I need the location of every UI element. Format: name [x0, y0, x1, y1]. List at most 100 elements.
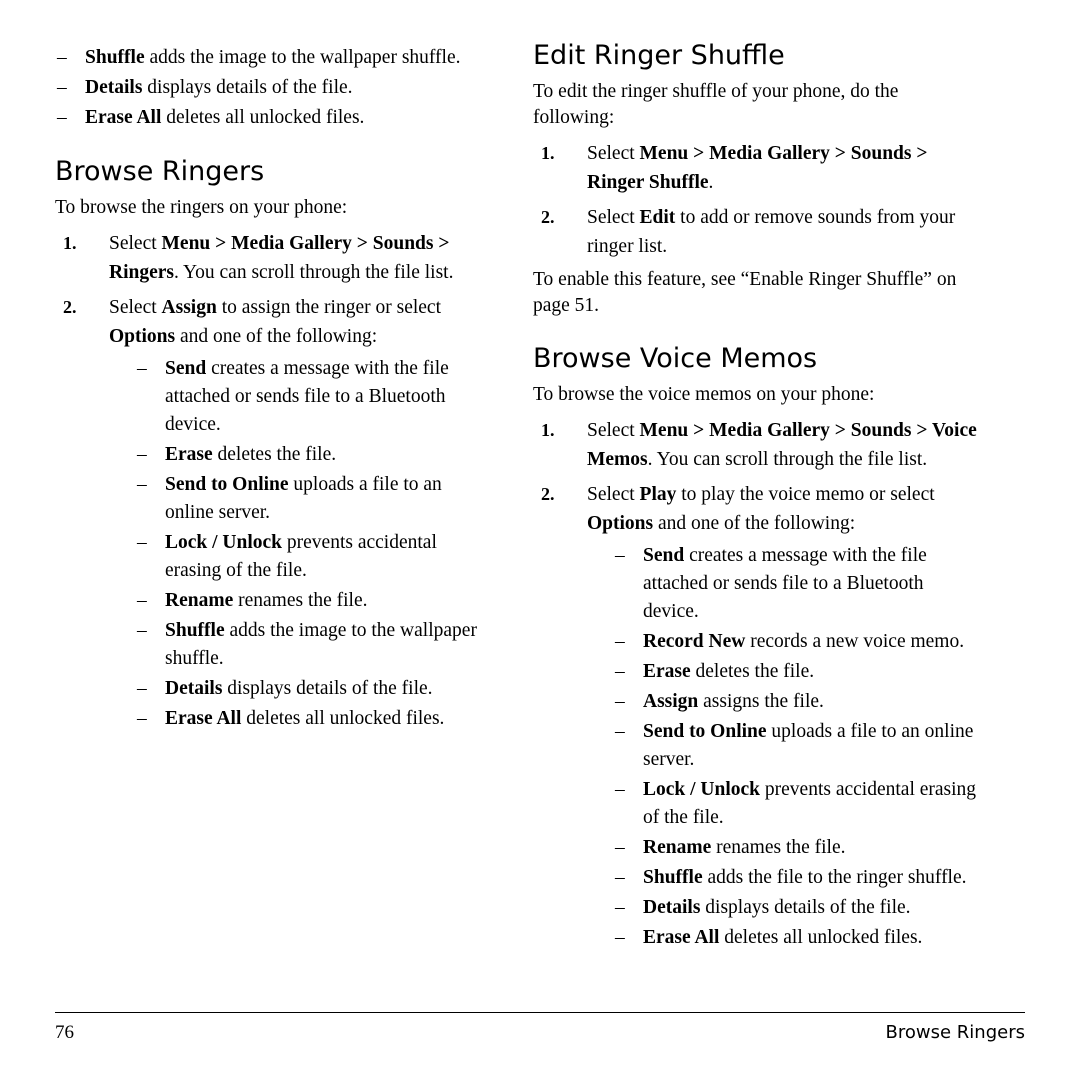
option-term: Shuffle [643, 867, 703, 888]
section-heading-browse-ringers: Browse Ringers [55, 156, 265, 187]
step-number: 1. [541, 143, 555, 163]
option-text: assigns the file. [698, 691, 824, 712]
footer-divider [55, 1012, 1025, 1013]
step-2: 2. Select Edit to add or remove sounds fr… [533, 203, 983, 261]
option-term: Send to Online [165, 474, 289, 495]
option-term: Erase All [643, 927, 720, 948]
option-text: records a new voice memo. [745, 631, 965, 652]
step-2: 2. Select Assign to assign the ringer or … [55, 293, 495, 733]
step-text-pre: Select [587, 484, 640, 505]
step-text-post: and one of the following: [653, 513, 856, 534]
list-item: – Rename renames the file. [613, 834, 983, 862]
option-term: Erase [165, 444, 213, 465]
section-heading-browse-voice-memos: Browse Voice Memos [533, 343, 818, 374]
option-term: Details [643, 897, 701, 918]
step-number: 1. [541, 420, 555, 440]
option-text: adds the image to the wallpaper shuffle. [144, 47, 461, 68]
option-text: deletes all unlocked files. [719, 927, 923, 948]
section-heading-edit-ringer-shuffle: Edit Ringer Shuffle [533, 40, 785, 71]
list-item: – Erase deletes the file. [613, 658, 983, 686]
option-text: creates a message with the file attached… [643, 545, 927, 622]
option-term: Rename [643, 837, 712, 858]
dash-bullet-icon: – [57, 47, 67, 68]
list-item: – Lock / Unlock prevents accidental erasi… [613, 776, 983, 832]
dash-bullet-icon: – [137, 678, 147, 699]
dash-bullet-icon: – [615, 721, 625, 742]
dash-bullet-icon: – [615, 897, 625, 918]
right-column: Edit Ringer Shuffle To edit the ringer s… [533, 40, 983, 958]
step-text-post: . [708, 172, 714, 193]
dash-bullet-icon: – [57, 77, 67, 98]
dash-bullet-icon: – [57, 107, 67, 128]
option-text: deletes all unlocked files. [161, 107, 365, 128]
step-1: 1. Select Menu > Media Gallery > Sounds >… [533, 416, 983, 474]
option-term: Rename [165, 590, 234, 611]
option-term: Erase [643, 661, 691, 682]
list-item: – Send to Online uploads a file to an onl… [135, 471, 495, 527]
step-bold-play: Play [639, 484, 677, 505]
option-text: deletes the file. [212, 444, 337, 465]
dash-bullet-icon: – [137, 358, 147, 379]
step-text-post: . You can scroll through the file list. [174, 262, 454, 283]
option-term: Send to Online [643, 721, 767, 742]
section-intro: To edit the ringer shuffle of your phone… [533, 81, 899, 128]
continued-options-list: – Shuffle adds the image to the wallpaper… [55, 44, 495, 132]
option-text: renames the file. [711, 837, 846, 858]
section-outro: To enable this feature, see “Enable Ring… [533, 269, 957, 316]
list-item: – Shuffle adds the file to the ringer shu… [613, 864, 983, 892]
step-text-post: and one of the following: [175, 326, 378, 347]
dash-bullet-icon: – [615, 545, 625, 566]
dash-bullet-icon: – [137, 474, 147, 495]
list-item: – Shuffle adds the image to the wallpaper… [135, 617, 495, 673]
ringer-options-list: – Send creates a message with the file at… [135, 355, 495, 733]
option-text: adds the file to the ringer shuffle. [702, 867, 967, 888]
list-item: – Details displays details of the file. [135, 675, 495, 703]
option-term: Send [165, 358, 207, 379]
list-item: – Send creates a message with the file at… [135, 355, 495, 439]
option-text: displays details of the file. [700, 897, 911, 918]
step-2: 2. Select Play to play the voice memo or … [533, 480, 983, 952]
option-text: displays details of the file. [222, 678, 433, 699]
list-item: – Shuffle adds the image to the wallpaper… [55, 44, 495, 72]
edit-ringer-shuffle-steps: 1. Select Menu > Media Gallery > Sounds >… [533, 139, 983, 261]
dash-bullet-icon: – [137, 620, 147, 641]
step-text-post: . You can scroll through the file list. [647, 449, 928, 470]
list-item: – Erase All deletes all unlocked files. [613, 924, 983, 952]
option-term: Shuffle [165, 620, 225, 641]
option-term: Shuffle [85, 47, 145, 68]
left-column: – Shuffle adds the image to the wallpaper… [55, 40, 495, 739]
page-number: 76 [55, 1022, 74, 1043]
step-text-pre: Select [587, 143, 640, 164]
list-item: – Erase All deletes all unlocked files. [135, 705, 495, 733]
list-item: – Details displays details of the file. [55, 74, 495, 102]
dash-bullet-icon: – [615, 691, 625, 712]
voice-memo-options-list: – Send creates a message with the file at… [613, 542, 983, 952]
section-intro: To browse the voice memos on your phone: [533, 384, 875, 405]
step-1: 1. Select Menu > Media Gallery > Sounds >… [55, 229, 495, 287]
dash-bullet-icon: – [615, 927, 625, 948]
dash-bullet-icon: – [137, 708, 147, 729]
step-1: 1. Select Menu > Media Gallery > Sounds >… [533, 139, 983, 197]
list-item: – Erase deletes the file. [135, 441, 495, 469]
dash-bullet-icon: – [615, 837, 625, 858]
list-item: – Record New records a new voice memo. [613, 628, 983, 656]
step-number: 2. [541, 484, 555, 504]
step-number: 1. [63, 233, 77, 253]
step-bold-assign: Assign [161, 297, 217, 318]
list-item: – Assign assigns the file. [613, 688, 983, 716]
step-bold-options: Options [109, 326, 176, 347]
step-text-mid: to play the voice memo or select [676, 484, 935, 505]
option-text: deletes all unlocked files. [241, 708, 445, 729]
option-term: Lock / Unlock [643, 779, 761, 800]
option-term: Erase All [85, 107, 162, 128]
step-bold-edit: Edit [639, 207, 676, 228]
step-number: 2. [63, 297, 77, 317]
option-term: Lock / Unlock [165, 532, 283, 553]
step-text-mid: to assign the ringer or select [216, 297, 441, 318]
browse-voice-memos-steps: 1. Select Menu > Media Gallery > Sounds >… [533, 416, 983, 952]
list-item: – Lock / Unlock prevents accidental erasi… [135, 529, 495, 585]
section-intro: To browse the ringers on your phone: [55, 197, 348, 218]
option-term: Details [85, 77, 143, 98]
option-text: deletes the file. [690, 661, 815, 682]
dash-bullet-icon: – [615, 631, 625, 652]
